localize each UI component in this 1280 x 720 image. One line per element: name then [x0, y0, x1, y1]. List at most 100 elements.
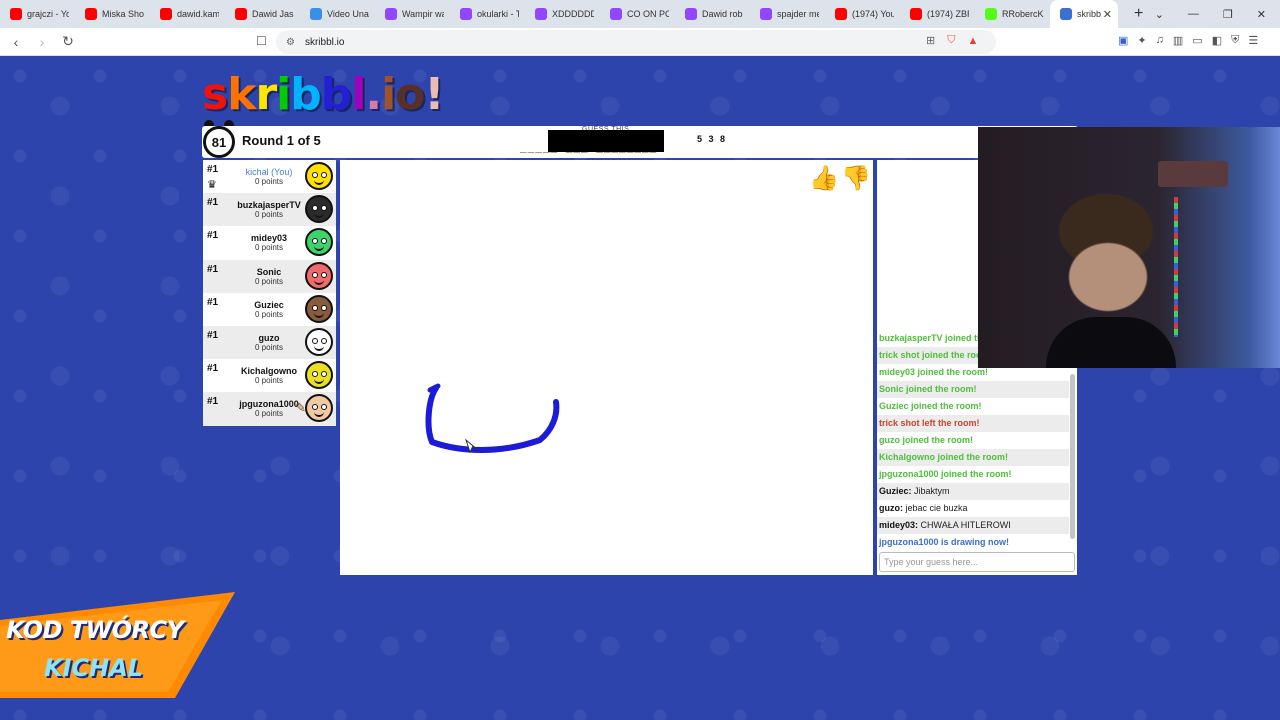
- maximize-button[interactable]: ❐: [1223, 8, 1233, 21]
- streamer-figure: [1046, 317, 1176, 368]
- player-rank: #1: [207, 329, 219, 341]
- chat-message: guzo: jebac cie buzka: [877, 500, 1069, 517]
- url-text: skribbl.io: [304, 36, 345, 48]
- minimize-button[interactable]: —: [1188, 8, 1199, 20]
- avatar-eye: [321, 205, 327, 212]
- browser-tab[interactable]: Dawid Jasp: [225, 0, 300, 28]
- player-row[interactable]: #1 kichal (You) 0 points ♛: [203, 160, 336, 193]
- creator-code-banner: KOD TWÓRCY KICHAL: [0, 592, 235, 698]
- avatar-eye: [312, 172, 318, 178]
- browser-tabstrip: grajczi - Yo Miska Shoty dawid.kam Dawid Ja…: [0, 0, 1280, 28]
- sidebar-icon[interactable]: ▭: [1192, 34, 1202, 47]
- thumbs-down-icon[interactable]: 👎: [841, 164, 871, 194]
- drawing-strokes: [425, 383, 560, 454]
- browser-tab[interactable]: Miska Shoty: [75, 0, 150, 28]
- player-row[interactable]: #1 Kichalgowno 0 points: [203, 359, 336, 392]
- player-avatar: [305, 261, 333, 290]
- player-points: 0 points: [254, 376, 284, 386]
- browser-tab[interactable]: (1974) You: [825, 0, 900, 28]
- player-rank: #1: [207, 263, 219, 275]
- clock-bell-left: [204, 120, 214, 126]
- drawing-canvas[interactable]: 👍 👎: [340, 160, 873, 575]
- logo-letter: !: [424, 69, 444, 120]
- browser-tab[interactable]: RRobercKi: [975, 0, 1050, 28]
- chat-message: trick shot left the room!: [877, 415, 1069, 432]
- player-name: kichal (You): [245, 167, 293, 177]
- translate-icon[interactable]: ⊞: [926, 34, 935, 47]
- new-tab-button[interactable]: +: [1134, 5, 1143, 23]
- player-row[interactable]: #1 guzo 0 points: [203, 325, 336, 360]
- browser-tab[interactable]: (1974) ZBR: [900, 0, 975, 28]
- extensions-bar: ▣ ✦ ♫ ▥ ▭ ◧ ⛨ ☰: [1118, 34, 1258, 47]
- censor-bar: [548, 130, 664, 152]
- player-name: midey03: [250, 233, 288, 244]
- chat-text: CHWAŁA HITLEROWI: [920, 520, 1011, 530]
- youtube-icon: [910, 8, 922, 20]
- avatar-eye: [312, 205, 318, 212]
- close-window-button[interactable]: ✕: [1257, 8, 1266, 21]
- guess-input[interactable]: [879, 552, 1075, 572]
- browser-tab[interactable]: CO ON PO: [600, 0, 675, 28]
- address-bar[interactable]: ⚙ skribbl.io: [276, 30, 996, 54]
- avatar-eye: [312, 238, 318, 245]
- chat-message: Sonic joined the room!: [877, 381, 1069, 398]
- forward-icon[interactable]: ›: [32, 34, 52, 50]
- browser-tab[interactable]: skribb ✕: [1050, 0, 1118, 28]
- avatar-eye: [321, 337, 327, 344]
- media-icon[interactable]: ♫: [1156, 34, 1164, 47]
- close-tab-icon[interactable]: ✕: [1103, 8, 1112, 21]
- player-points: 0 points: [254, 309, 284, 319]
- browser-tab[interactable]: spajder me: [750, 0, 825, 28]
- youtube-icon: [10, 8, 22, 20]
- browser-tab[interactable]: dawid.kam: [150, 0, 225, 28]
- browser-tab[interactable]: grajczi - Yo: [0, 0, 75, 28]
- brave-rewards-icon[interactable]: ▲: [967, 35, 978, 47]
- player-points: 0 points: [254, 342, 284, 352]
- bookmark-icon[interactable]: ☐: [256, 34, 267, 48]
- extensions-icon[interactable]: ✦: [1137, 34, 1146, 47]
- logo-letter: b: [290, 69, 321, 120]
- player-row[interactable]: #1 Guziec 0 points: [203, 293, 336, 326]
- player-row[interactable]: #1 Sonic 0 points: [203, 259, 336, 293]
- player-row[interactable]: #1 buzkajasperTV 0 points: [203, 193, 336, 227]
- browser-tab[interactable]: Video Unav: [300, 0, 375, 28]
- back-icon[interactable]: ‹: [6, 34, 26, 50]
- site-info-icon[interactable]: ⚙: [286, 37, 295, 48]
- logo-letter: k: [227, 69, 256, 120]
- browser-tab[interactable]: Wampir wa: [375, 0, 450, 28]
- thumbs-up-icon[interactable]: 👍: [809, 164, 839, 194]
- vpn-icon[interactable]: ⛨: [1231, 34, 1239, 47]
- twitch-icon: [385, 8, 397, 20]
- avatar-mouth: [314, 213, 324, 219]
- tab-title: spajder me: [777, 9, 819, 19]
- game-header: 81 Round 1 of 5 GUESS THIS _____ ___ ___…: [202, 120, 1078, 158]
- tab-search-icon[interactable]: ⌄: [1155, 8, 1164, 21]
- player-name: buzkajasperTV: [237, 200, 301, 211]
- avatar-eye: [312, 404, 318, 411]
- chat-scrollbar[interactable]: [1070, 374, 1075, 539]
- player-row[interactable]: #1 jpguzona1000 0 points ✎: [203, 392, 336, 426]
- browser-tab[interactable]: okularki - T: [450, 0, 525, 28]
- tab-title: Miska Shoty: [102, 9, 144, 19]
- brave-shield-icon[interactable]: ⛉: [947, 34, 955, 47]
- timer-value: 81: [203, 126, 235, 158]
- browser-tab[interactable]: Dawid rob: [675, 0, 750, 28]
- wallet-icon[interactable]: ◧: [1212, 34, 1222, 47]
- avatar-eye: [321, 172, 327, 178]
- chat-message: jpguzona1000 joined the room!: [879, 469, 1012, 479]
- menu-icon[interactable]: ☰: [1248, 34, 1258, 47]
- chat-message: Guziec: Jibaktym: [877, 483, 1069, 500]
- player-row[interactable]: #1 midey03 0 points: [203, 226, 336, 259]
- tab-title: Dawid rob: [702, 9, 743, 19]
- chat-message: Guziec joined the room!: [879, 401, 982, 411]
- logo-letter: i: [381, 69, 396, 120]
- player-avatar: [305, 394, 333, 423]
- reading-list-icon[interactable]: ▥: [1173, 34, 1183, 47]
- avatar-mouth: [314, 346, 324, 351]
- player-points: 0 points: [254, 177, 284, 186]
- chat-message: Kichalgowno joined the room!: [877, 449, 1069, 466]
- translate-extension-icon[interactable]: ▣: [1118, 34, 1128, 47]
- player-avatar: [305, 327, 333, 356]
- browser-tab[interactable]: XDDDDDD: [525, 0, 600, 28]
- reload-icon[interactable]: ↻: [58, 33, 78, 50]
